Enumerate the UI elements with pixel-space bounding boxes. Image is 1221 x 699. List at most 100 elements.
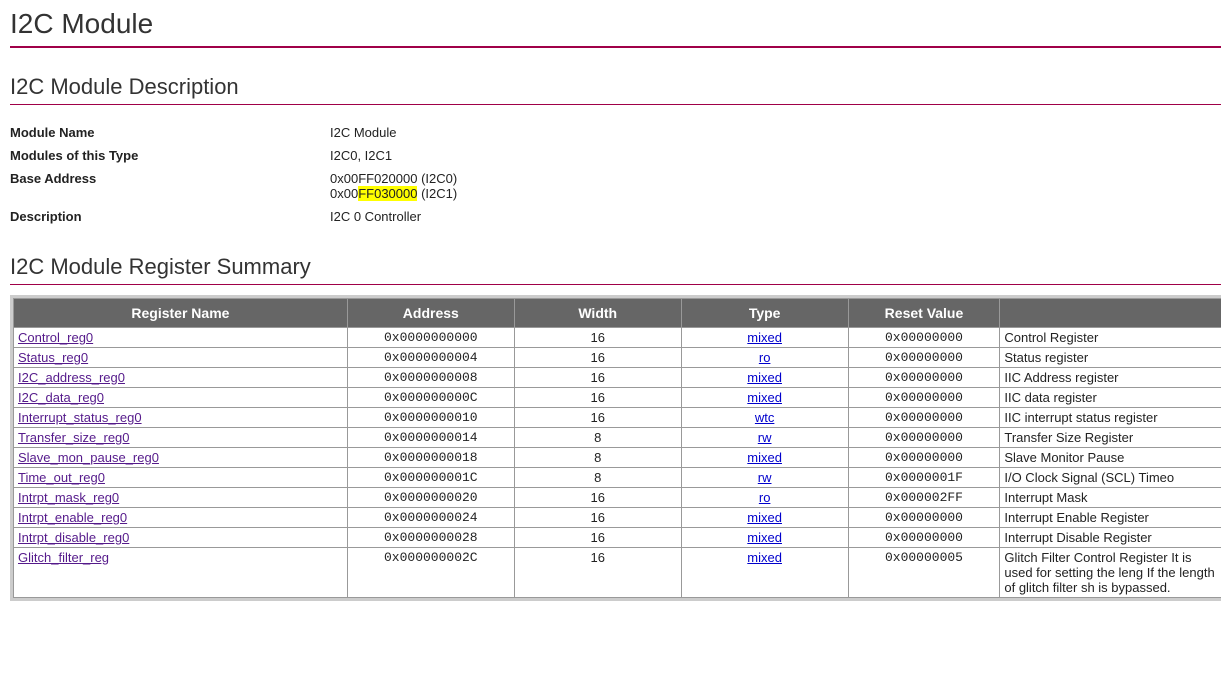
register-name-cell: Slave_mon_pause_reg0	[14, 448, 348, 468]
register-reset-cell: 0x00000000	[848, 448, 1000, 468]
register-width-cell: 8	[514, 448, 681, 468]
register-type-cell: mixed	[681, 528, 848, 548]
info-label: Base Address	[10, 167, 330, 205]
table-row: Intrpt_mask_reg0 0x000000002016 ro 0x000002…	[14, 488, 1221, 508]
register-reset-cell: 0x00000000	[848, 408, 1000, 428]
register-type-link[interactable]: mixed	[747, 550, 782, 565]
register-link[interactable]: I2C_address_reg0	[18, 370, 125, 385]
register-summary-table: Register Name Address Width Type Reset V…	[13, 298, 1221, 598]
register-width-cell: 16	[514, 408, 681, 428]
register-reset-cell: 0x00000000	[848, 348, 1000, 368]
register-reset-cell: 0x00000000	[848, 368, 1000, 388]
base-addr-line1: 0x00FF020000 (I2C0)	[330, 171, 457, 186]
register-desc-cell: IIC Address register	[1000, 368, 1221, 388]
register-desc-cell: Glitch Filter Control Register It is use…	[1000, 548, 1221, 598]
register-name-cell: Interrupt_status_reg0	[14, 408, 348, 428]
register-address-cell: 0x0000000028	[347, 528, 514, 548]
info-row-base-address: Base Address 0x00FF020000 (I2C0) 0x00FF0…	[10, 167, 457, 205]
table-row: Interrupt_status_reg0 0x000000001016 wtc 0x…	[14, 408, 1221, 428]
register-link[interactable]: Glitch_filter_reg	[18, 550, 109, 565]
register-type-cell: rw	[681, 428, 848, 448]
register-link[interactable]: Slave_mon_pause_reg0	[18, 450, 159, 465]
register-reset-cell: 0x00000000	[848, 428, 1000, 448]
register-address-cell: 0x0000000010	[347, 408, 514, 428]
register-desc-cell: I/O Clock Signal (SCL) Timeo	[1000, 468, 1221, 488]
col-description	[1000, 299, 1221, 328]
info-value: 0x00FF020000 (I2C0) 0x00FF030000 (I2C1)	[330, 167, 457, 205]
register-type-cell: mixed	[681, 368, 848, 388]
table-row: I2C_address_reg00x000000000816mixed0x000…	[14, 368, 1221, 388]
register-type-cell: ro	[681, 488, 848, 508]
register-type-cell: mixed	[681, 548, 848, 598]
register-reset-cell: 0x00000000	[848, 528, 1000, 548]
register-name-cell: Control_reg0	[14, 328, 348, 348]
register-type-link[interactable]: mixed	[747, 510, 782, 525]
register-link[interactable]: Time_out_reg0	[18, 470, 105, 485]
register-desc-cell: Interrupt Mask	[1000, 488, 1221, 508]
register-name-cell: Glitch_filter_reg	[14, 548, 348, 598]
register-type-cell: ro	[681, 348, 848, 368]
register-type-link[interactable]: wtc	[755, 410, 775, 425]
register-desc-cell: Slave Monitor Pause	[1000, 448, 1221, 468]
table-row: Control_reg00x000000000016mixed0x0000000…	[14, 328, 1221, 348]
register-width-cell: 8	[514, 428, 681, 448]
register-width-cell: 16	[514, 488, 681, 508]
register-address-cell: 0x0000000004	[347, 348, 514, 368]
register-type-link[interactable]: rw	[758, 430, 772, 445]
register-desc-cell: Transfer Size Register	[1000, 428, 1221, 448]
register-name-cell: I2C_address_reg0	[14, 368, 348, 388]
register-width-cell: 16	[514, 528, 681, 548]
register-link[interactable]: Interrupt_status_reg0	[18, 410, 142, 425]
register-type-link[interactable]: ro	[759, 350, 771, 365]
info-value: I2C 0 Controller	[330, 205, 457, 228]
register-address-cell: 0x0000000014	[347, 428, 514, 448]
register-width-cell: 8	[514, 468, 681, 488]
register-type-link[interactable]: mixed	[747, 390, 782, 405]
register-type-link[interactable]: ro	[759, 490, 771, 505]
register-reset-cell: 0x000002FF	[848, 488, 1000, 508]
info-label: Module Name	[10, 121, 330, 144]
register-link[interactable]: Transfer_size_reg0	[18, 430, 130, 445]
register-link[interactable]: Intrpt_disable_reg0	[18, 530, 129, 545]
register-type-cell: rw	[681, 468, 848, 488]
section-description-heading: I2C Module Description	[10, 74, 1221, 105]
register-type-cell: wtc	[681, 408, 848, 428]
col-reset-value: Reset Value	[848, 299, 1000, 328]
register-address-cell: 0x0000000020	[347, 488, 514, 508]
register-name-cell: Time_out_reg0	[14, 468, 348, 488]
register-address-cell: 0x000000000C	[347, 388, 514, 408]
table-row: Intrpt_disable_reg0 0x000000002816 mixed 0x…	[14, 528, 1221, 548]
register-type-link[interactable]: mixed	[747, 370, 782, 385]
register-name-cell: Intrpt_enable_reg0	[14, 508, 348, 528]
register-width-cell: 16	[514, 348, 681, 368]
register-type-link[interactable]: mixed	[747, 330, 782, 345]
register-type-link[interactable]: mixed	[747, 450, 782, 465]
register-type-cell: mixed	[681, 388, 848, 408]
table-row: Intrpt_enable_reg00x000000002416mixed0x0…	[14, 508, 1221, 528]
register-type-cell: mixed	[681, 448, 848, 468]
register-link[interactable]: Status_reg0	[18, 350, 88, 365]
register-name-cell: Intrpt_disable_reg0	[14, 528, 348, 548]
register-name-cell: Status_reg0	[14, 348, 348, 368]
register-reset-cell: 0x0000001F	[848, 468, 1000, 488]
register-desc-cell: Interrupt Enable Register	[1000, 508, 1221, 528]
register-address-cell: 0x0000000024	[347, 508, 514, 528]
register-reset-cell: 0x00000005	[848, 548, 1000, 598]
section-summary-heading: I2C Module Register Summary	[10, 254, 1221, 285]
register-link[interactable]: Control_reg0	[18, 330, 93, 345]
register-reset-cell: 0x00000000	[848, 508, 1000, 528]
register-desc-cell: Interrupt Disable Register	[1000, 528, 1221, 548]
table-row: I2C_data_reg00x000000000C16mixed0x000000…	[14, 388, 1221, 408]
register-link[interactable]: Intrpt_enable_reg0	[18, 510, 127, 525]
base-addr-line2-post: (I2C1)	[417, 186, 457, 201]
register-link[interactable]: I2C_data_reg0	[18, 390, 104, 405]
col-type: Type	[681, 299, 848, 328]
register-type-cell: mixed	[681, 508, 848, 528]
info-value: I2C0, I2C1	[330, 144, 457, 167]
register-desc-cell: IIC data register	[1000, 388, 1221, 408]
register-type-link[interactable]: mixed	[747, 530, 782, 545]
register-link[interactable]: Intrpt_mask_reg0	[18, 490, 119, 505]
register-type-link[interactable]: rw	[758, 470, 772, 485]
register-desc-cell: Status register	[1000, 348, 1221, 368]
register-width-cell: 16	[514, 388, 681, 408]
